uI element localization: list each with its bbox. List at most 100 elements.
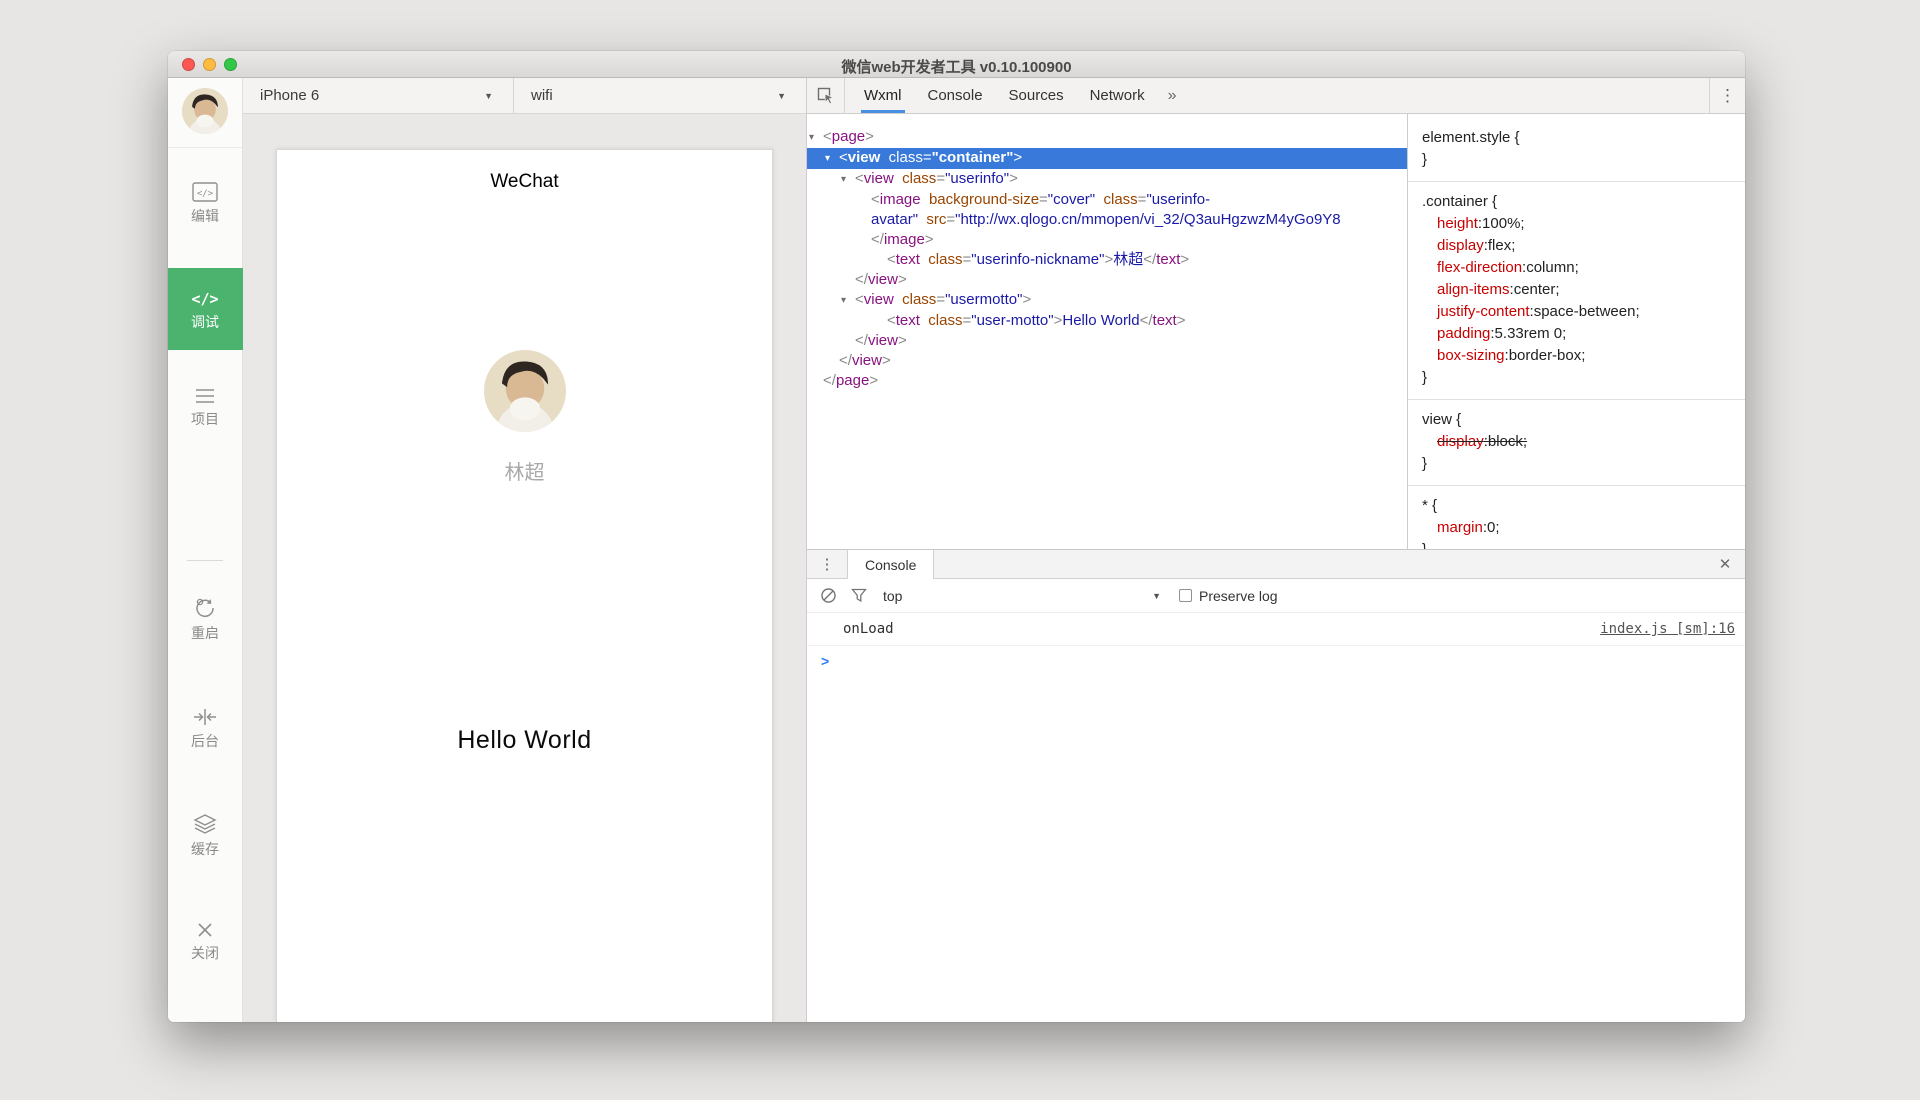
menu-icon [194,387,216,405]
css-property[interactable]: height:100%; [1422,213,1731,235]
kebab-menu-icon: ⋮ [819,556,835,573]
wxml-tree-row[interactable]: </view> [807,270,1407,290]
code-box-icon: </> [192,182,218,202]
sidebar-item-label: 调试 [191,314,219,330]
css-property[interactable]: margin:0; [1422,517,1731,539]
wxml-tree-row[interactable]: </view> [807,351,1407,371]
phone-screen: WeChat 林超 Hello World [276,149,773,1022]
sidebar-item-label: 项目 [191,411,219,427]
wxml-tree-row[interactable]: <image background-size="cover" class="us… [807,190,1407,210]
inspect-element-button[interactable] [807,78,845,113]
disclosure-triangle-icon[interactable]: ▾ [809,128,823,148]
simulator-body: WeChat 林超 Hello World [243,114,806,1022]
console-filterbar: top ▼ Preserve log [807,579,1745,613]
sidebar-item-edit[interactable]: </> 编辑 [191,182,219,224]
preserve-log-label: Preserve log [1199,587,1278,604]
tabs-overflow-button[interactable]: » [1158,78,1187,113]
devtools-panel: Wxml Console Sources Network » ⋮ ▾ <page> ▾ <v… [807,78,1745,1022]
disclosure-triangle-icon[interactable]: ▾ [825,149,839,169]
wxml-tree-row[interactable]: ▾ <view class="userinfo"> [807,169,1407,190]
inspect-icon [817,87,834,104]
sidebar-item-label: 缓存 [191,841,219,857]
wxml-tree-row[interactable]: <text class="user-motto">Hello World</te… [807,311,1407,331]
css-rule[interactable]: .container {height:100%; display:flex; fle… [1408,182,1745,400]
console-prompt[interactable]: > [807,646,1745,676]
sidebar-item-label: 编辑 [191,208,219,224]
phone-nav-title: WeChat [490,171,559,192]
console-tab[interactable]: Console [847,550,935,579]
kebab-menu-icon: ⋮ [1719,85,1736,105]
css-selector: * { [1422,497,1438,514]
css-property[interactable]: box-sizing:border-box; [1422,345,1731,367]
console-log-row: onLoad index.js [sm]:16 [807,613,1745,646]
user-avatar-wrap [168,78,242,148]
css-rule[interactable]: element.style {} [1408,118,1745,182]
console-menu-button[interactable]: ⋮ [807,550,847,578]
svg-text:</>: </> [197,189,214,199]
console-header: ⋮ Console ✕ [807,550,1745,579]
css-property[interactable]: display:block; [1422,431,1731,453]
css-rule-close: } [1422,539,1731,549]
layers-icon [193,813,217,835]
sidebar-item-background[interactable]: 后台 [191,707,219,749]
network-select-value: wifi [531,87,553,104]
devtools-tab-console[interactable]: Console [915,78,996,113]
phone-motto: Hello World [457,726,592,754]
devtools-tab-sources[interactable]: Sources [996,78,1077,113]
css-property[interactable]: flex-direction:column; [1422,257,1731,279]
console-log-message: onLoad [843,621,894,637]
sidebar-item-project[interactable]: 项目 [191,387,219,427]
wxml-tree-row[interactable]: ▾ <page> [807,127,1407,148]
sidebar: </> 编辑 </> 调试项目重启后台缓存关闭 [168,78,243,1022]
wxml-tree-row[interactable]: </image> [807,230,1407,250]
wxml-tree-row[interactable]: <text class="userinfo-nickname">林超</text… [807,250,1407,270]
execution-context-value: top [883,587,903,604]
css-property[interactable]: align-items:center; [1422,279,1731,301]
chevron-down-icon: ▼ [777,91,786,101]
devtools-tabs: Wxml Console Sources Network [851,78,1158,113]
devtools-tab-wxml[interactable]: Wxml [851,78,915,113]
titlebar[interactable]: 微信web开发者工具 v0.10.100900 [168,51,1745,78]
console-panel: ⋮ Console ✕ top ▼ Preserve log onLoad in… [807,549,1745,1022]
network-select[interactable]: wifi ▼ [514,78,806,113]
console-close-button[interactable]: ✕ [1705,550,1745,578]
user-avatar[interactable] [182,88,228,134]
phone-user-avatar[interactable] [483,350,566,432]
preserve-log-checkbox[interactable] [1179,589,1192,602]
wxml-tree-row-selected[interactable]: ▾ <view class="container"> [807,148,1407,169]
disclosure-triangle-icon[interactable]: ▾ [841,291,855,311]
wxml-tree-row[interactable]: avatar" src="http://wx.qlogo.cn/mmopen/v… [807,210,1407,230]
clear-console-icon[interactable] [820,587,837,604]
css-property[interactable]: display:flex; [1422,235,1731,257]
sidebar-divider [187,560,223,561]
devtools-tab-network[interactable]: Network [1077,78,1158,113]
console-empty-area[interactable] [807,676,1745,1022]
disclosure-triangle-icon[interactable]: ▾ [841,170,855,190]
code-icon: </> [192,290,218,308]
sidebar-item-restart[interactable]: 重启 [191,597,219,641]
css-rule[interactable]: view {display:block;} [1408,400,1745,486]
sidebar-item-close[interactable]: 关闭 [191,921,219,961]
css-property[interactable]: justify-content:space-between; [1422,301,1731,323]
sidebar-item-cache[interactable]: 缓存 [191,813,219,857]
app-window: 微信web开发者工具 v0.10.100900 </> 编辑 </> 调试项目重启后台… [168,51,1745,1022]
device-select[interactable]: iPhone 6 ▼ [243,78,514,113]
filter-icon[interactable] [851,588,867,603]
css-property[interactable]: padding:5.33rem 0; [1422,323,1731,345]
css-rule-close: } [1422,151,1428,168]
preserve-log-control: Preserve log [1179,588,1278,604]
wxml-tree-row[interactable]: ▾ <view class="usermotto"> [807,290,1407,311]
wxml-tree-row[interactable]: </page> [807,371,1407,391]
deploy-icon [193,707,217,727]
sidebar-item-label: 后台 [191,733,219,749]
css-rule-close: } [1422,455,1428,472]
wxml-tree-row[interactable]: </view> [807,331,1407,351]
css-rule[interactable]: * { margin:0;} [1408,486,1745,549]
devtools-menu-button[interactable]: ⋮ [1709,78,1745,113]
console-source-link[interactable]: index.js [sm]:16 [1600,621,1735,637]
execution-context-select[interactable]: top ▼ [883,588,1161,604]
device-toolbar: iPhone 6 ▼ wifi ▼ [243,78,806,114]
sidebar-item-label: 关闭 [191,945,219,961]
sidebar-item-debug[interactable]: </> 调试 [168,268,243,350]
restart-icon [194,597,216,619]
